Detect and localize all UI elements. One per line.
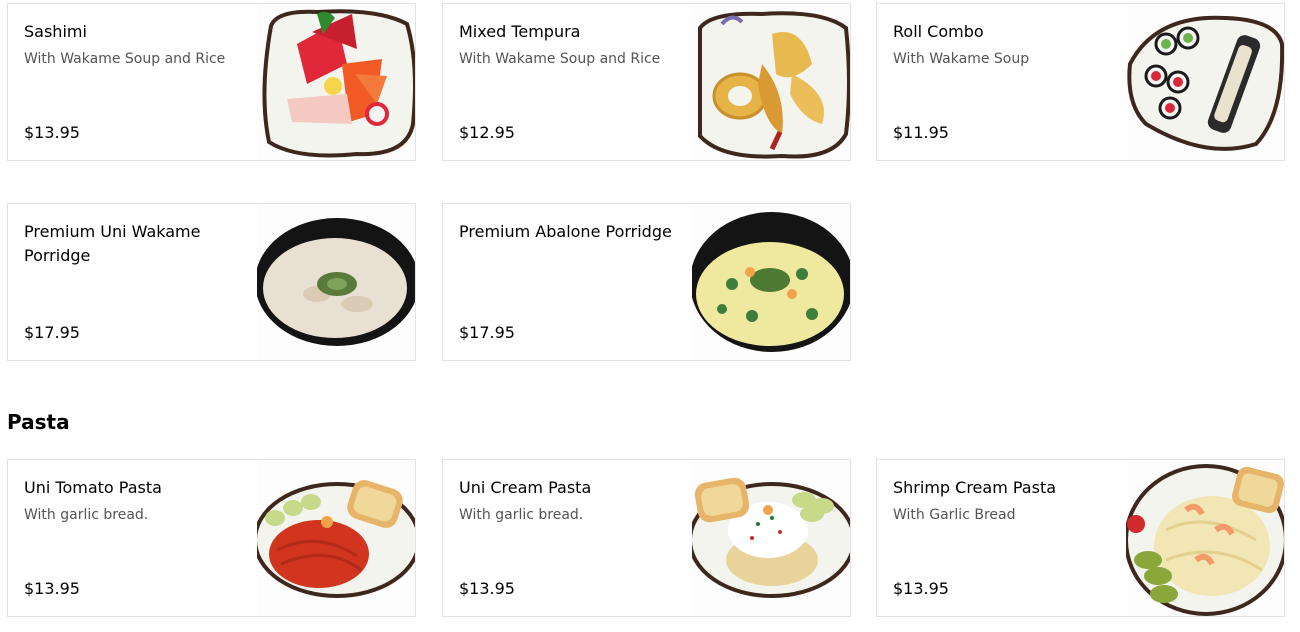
item-description: With garlic bread. <box>459 507 584 523</box>
porridge-bowl-image <box>257 204 415 360</box>
item-name: Uni Cream Pasta <box>459 478 592 497</box>
item-price: $17.95 <box>459 323 515 342</box>
item-price: $17.95 <box>24 323 80 342</box>
item-price: $13.95 <box>893 579 949 598</box>
menu-item-premium-abalone-porridge[interactable]: Premium Abalone Porridge $17.95 <box>442 203 851 361</box>
item-description: With garlic bread. <box>24 507 149 523</box>
tempura-plate-image <box>692 4 850 160</box>
item-name: Sashimi <box>24 22 87 41</box>
abalone-porridge-bowl-image <box>692 204 850 360</box>
section-title-pasta: Pasta <box>7 410 70 434</box>
item-description: With Wakame Soup and Rice <box>24 51 226 67</box>
item-name: Roll Combo <box>893 22 984 41</box>
item-name: Uni Tomato Pasta <box>24 478 162 497</box>
menu-item-uni-tomato-pasta[interactable]: Uni Tomato Pasta With garlic bread. $13.… <box>7 459 416 617</box>
menu-item-uni-cream-pasta[interactable]: Uni Cream Pasta With garlic bread. $13.9… <box>442 459 851 617</box>
item-price: $13.95 <box>459 579 515 598</box>
sushi-roll-plate-image <box>1126 4 1284 160</box>
item-name: Premium Abalone Porridge <box>459 222 672 241</box>
item-description: With Wakame Soup <box>893 51 1030 67</box>
menu-item-sashimi[interactable]: Sashimi With Wakame Soup and Rice $13.95 <box>7 3 416 161</box>
shrimp-pasta-plate-image <box>1126 460 1284 616</box>
cream-pasta-plate-image <box>692 460 850 616</box>
item-name: Mixed Tempura <box>459 22 581 41</box>
tomato-pasta-plate-image <box>257 460 415 616</box>
menu-item-roll-combo[interactable]: Roll Combo With Wakame Soup $11.95 <box>876 3 1285 161</box>
sashimi-plate-image <box>257 4 415 160</box>
menu-item-mixed-tempura[interactable]: Mixed Tempura With Wakame Soup and Rice … <box>442 3 851 161</box>
menu-item-shrimp-cream-pasta[interactable]: Shrimp Cream Pasta With Garlic Bread $13… <box>876 459 1285 617</box>
item-price: $13.95 <box>24 123 80 142</box>
menu-item-premium-uni-wakame-porridge[interactable]: Premium Uni Wakame Porridge $17.95 <box>7 203 416 361</box>
item-price: $13.95 <box>24 579 80 598</box>
item-price: $11.95 <box>893 123 949 142</box>
menu-page: Sashimi With Wakame Soup and Rice $13.95… <box>0 0 1300 632</box>
item-description: With Garlic Bread <box>893 507 1016 523</box>
item-description: With Wakame Soup and Rice <box>459 51 661 67</box>
item-name: Premium Uni Wakame Porridge <box>24 222 201 265</box>
item-price: $12.95 <box>459 123 515 142</box>
item-name: Shrimp Cream Pasta <box>893 478 1057 497</box>
